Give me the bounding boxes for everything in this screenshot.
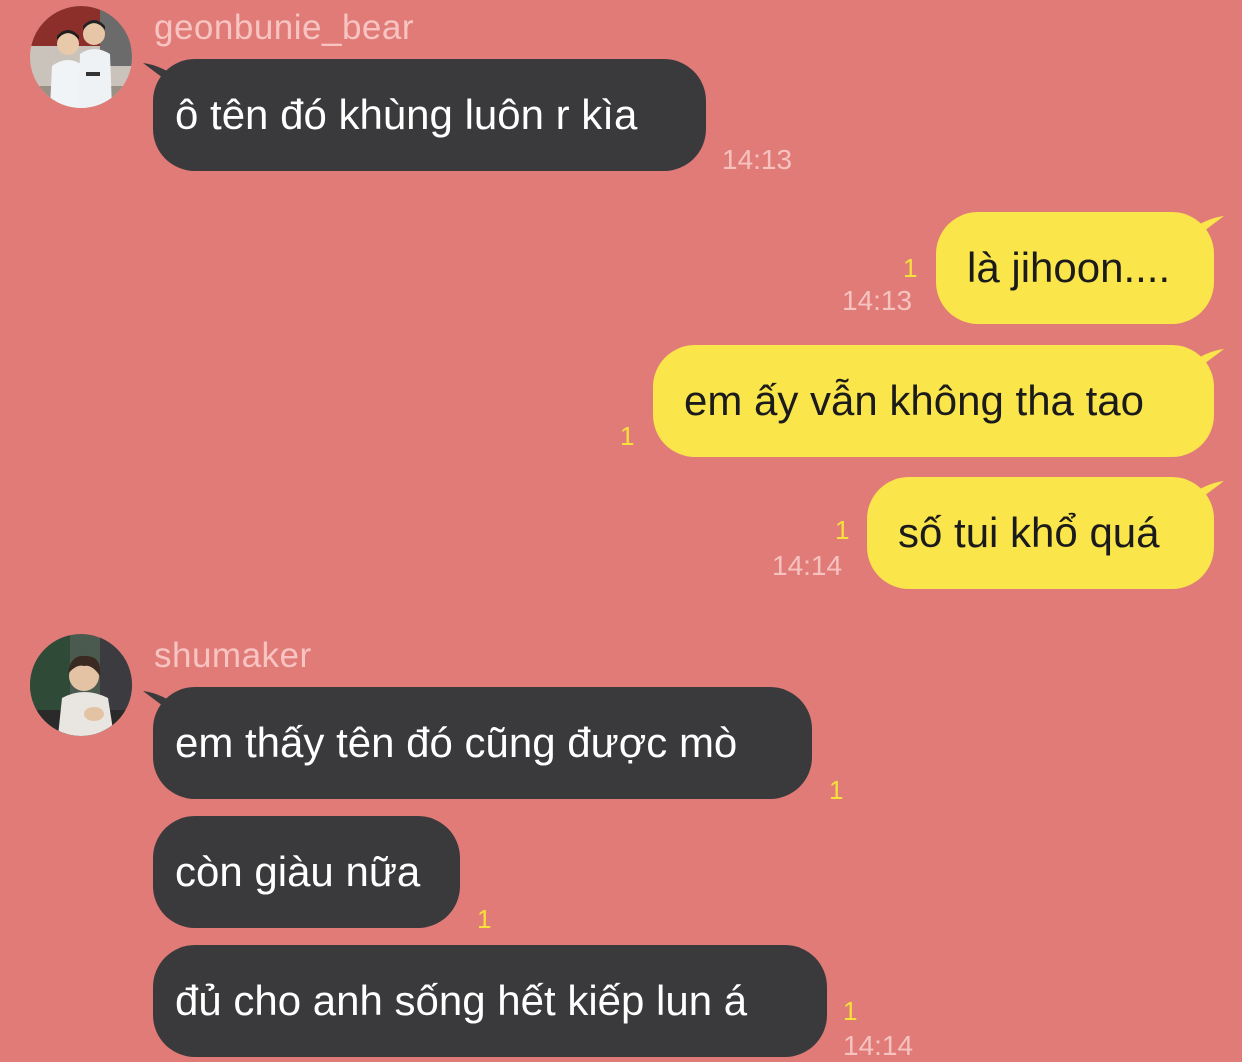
message-bubble-incoming[interactable]: em thấy tên đó cũng được mò [143,687,812,799]
message-bubble-outgoing[interactable]: em ấy vẫn không tha tao [653,345,1224,457]
message-text: ô tên đó khùng luôn r kìa [175,91,638,138]
avatar-shumaker[interactable] [30,634,132,736]
message-bubble-incoming[interactable]: ô tên đó khùng luôn r kìa [143,59,706,171]
message-text: đủ cho anh sống hết kiếp lun á [175,977,748,1024]
message-text: còn giàu nữa [175,848,421,895]
message-timestamp: 14:14 [772,550,843,581]
message-timestamp: 14:13 [722,144,793,175]
message-timestamp: 14:14 [843,1030,914,1061]
sender-name: shumaker [154,636,312,675]
unread-count: 1 [829,775,844,805]
message-text: là jihoon.... [967,244,1171,291]
message-bubble-outgoing[interactable]: là jihoon.... [936,212,1224,324]
unread-count: 1 [843,996,858,1026]
unread-count: 1 [620,421,635,451]
bubble-tail [1184,481,1224,511]
sender-name: geonbunie_bear [154,8,415,47]
message-timestamp: 14:13 [842,285,913,316]
unread-count: 1 [903,253,918,283]
message-text: em ấy vẫn không tha tao [684,377,1144,424]
unread-count: 1 [477,904,492,934]
message-text: số tui khổ quá [898,509,1160,556]
message-bubble-incoming[interactable]: còn giàu nữa [153,816,460,928]
message-bubble-outgoing[interactable]: số tui khổ quá [867,477,1224,589]
avatar-geonbunie-bear[interactable] [30,6,132,108]
bubble-tail [1184,216,1224,246]
unread-count: 1 [835,515,850,545]
bubble-tail [143,63,183,93]
message-text: em thấy tên đó cũng được mò [175,719,738,766]
bubble-tail [143,691,183,721]
message-bubble-incoming[interactable]: đủ cho anh sống hết kiếp lun á [153,945,827,1057]
bubble-tail [1184,349,1224,379]
